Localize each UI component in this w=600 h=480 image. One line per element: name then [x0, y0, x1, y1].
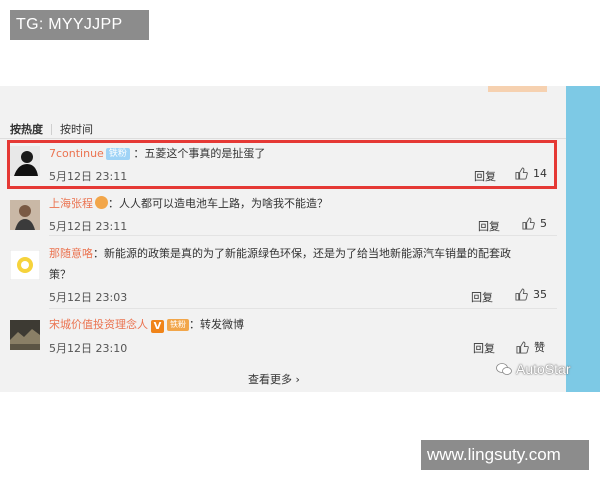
thumbs-up-icon	[515, 288, 528, 301]
view-more-label: 查看更多	[248, 373, 292, 386]
brand-watermark: AutoStar	[496, 361, 570, 377]
wechat-icon	[496, 363, 512, 375]
highlight-box	[7, 140, 557, 189]
comment-body-line2: 策？	[49, 268, 71, 281]
thumbs-up-icon	[516, 340, 529, 354]
sort-tabs: 按热度 按时间	[10, 121, 93, 137]
like-button[interactable]: 赞	[516, 339, 545, 355]
username[interactable]: 上海张程	[49, 197, 93, 210]
avatar[interactable]	[10, 250, 40, 280]
fan-badge: 铁粉	[167, 319, 189, 331]
side-bar	[566, 86, 600, 392]
tab-time[interactable]: 按时间	[60, 121, 93, 137]
username[interactable]: 那随意咯	[49, 247, 93, 260]
comment-body: ：人人都可以造电池车上路，为啥我不能造？	[108, 197, 328, 210]
comment-divider	[49, 235, 557, 236]
tab-hot[interactable]: 按热度	[10, 121, 43, 137]
comment-time: 5月12日 23:11	[49, 220, 128, 233]
comment-time: 5月12日 23:10	[49, 342, 128, 355]
header-strip	[488, 86, 547, 92]
member-badge-icon	[95, 196, 108, 209]
watermark-bottom: www.lingsuty.com	[421, 440, 589, 470]
like-count: 5	[540, 217, 547, 230]
comment-body: ：转发微博	[189, 318, 244, 331]
thumbs-up-icon	[522, 217, 535, 230]
verified-badge-icon: V	[151, 320, 164, 333]
comment-time: 5月12日 23:03	[49, 291, 128, 304]
reply-button[interactable]: 回复	[471, 289, 493, 305]
tab-separator	[51, 123, 52, 135]
watermark-top: TG: MYYJJPP	[10, 10, 149, 40]
comment-text: 宋城价值投资理念人 V 铁粉 ：转发微博	[49, 317, 244, 333]
comment-divider	[49, 308, 557, 309]
like-label: 赞	[534, 341, 545, 354]
comment-text: 上海张程 ：人人都可以造电池车上路，为啥我不能造？	[49, 196, 328, 212]
view-more-link[interactable]: 查看更多 ›	[248, 371, 300, 387]
comment-text: 那随意咯：新能源的政策是真的为了新能源绿色环保，还是为了给当地新能源汽车销量的配…	[49, 246, 511, 262]
like-button[interactable]: 35	[515, 288, 547, 301]
reply-button[interactable]: 回复	[473, 340, 495, 356]
brand-watermark-label: AutoStar	[516, 361, 571, 377]
comment-body-line1: ：新能源的政策是真的为了新能源绿色环保，还是为了给当地新能源汽车销量的配套政	[93, 247, 511, 260]
like-button[interactable]: 5	[522, 217, 547, 230]
like-count: 35	[533, 288, 547, 301]
avatar[interactable]	[10, 200, 40, 230]
reply-button[interactable]: 回复	[478, 218, 500, 234]
username[interactable]: 宋城价值投资理念人	[49, 318, 148, 331]
avatar[interactable]	[10, 320, 40, 350]
screenshot: TG: MYYJJPP 按热度 按时间 7continue 铁粉 ：五菱这个事真的…	[0, 0, 600, 480]
chevron-right-icon: ›	[295, 373, 300, 386]
tabs-divider	[0, 138, 566, 139]
